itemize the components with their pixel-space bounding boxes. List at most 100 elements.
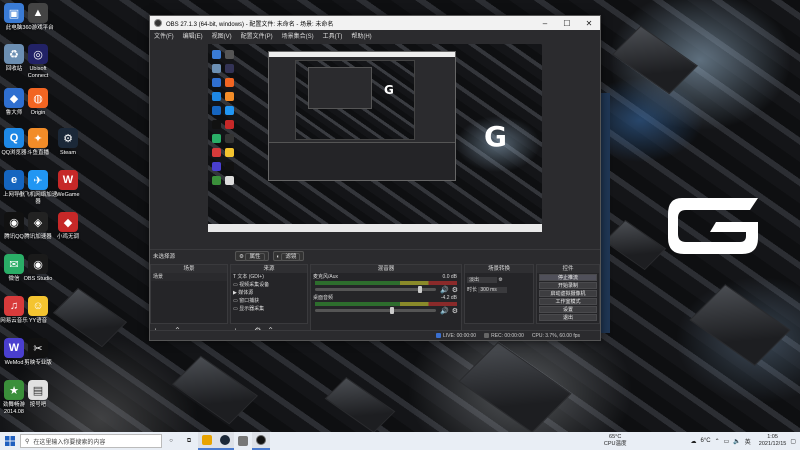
taskbar-app-obs[interactable] [252,432,270,450]
desktop-shortcut-label: 小鸡无调 [56,234,79,240]
volume-slider[interactable] [315,286,436,293]
desktop-shortcut[interactable]: ☺ YY语音 [18,296,58,325]
weather-temp[interactable]: 6°C [701,438,711,444]
desktop-shortcut-label: YY语音 [28,318,48,324]
rec-status: REC: 00:00:00 [484,333,524,339]
network-icon[interactable]: ▭ [724,438,730,445]
desktop-shortcut[interactable]: ◉ OBS Studio [18,254,58,283]
mixer-header: 混音器 [311,265,461,273]
desktop-shortcut[interactable]: ⚙ Steam [48,128,88,157]
studio-mode-button[interactable]: 工作室模式 [539,298,597,305]
scene-item[interactable]: 场景 [151,273,227,281]
desktop-shortcut[interactable]: ◎ Ubisoft Connect [18,44,58,79]
app-icon: ☺ [28,296,48,316]
preview-g-logo: G [484,120,507,153]
scenes-dock: 场景 场景 [150,264,228,324]
volume-slider[interactable] [315,307,436,314]
taskbar-clock[interactable]: 1:05 2021/12/15 [759,434,787,448]
source-item[interactable]: ▭ 窗口捕获 [231,297,307,305]
start-recording-button[interactable]: 开始录制 [539,282,597,289]
speaker-icon[interactable]: 🔊 [440,286,449,294]
maximize-icon[interactable]: ☐ [556,19,578,28]
g-logo-watermark [668,198,758,254]
close-icon[interactable]: ✕ [578,19,600,28]
audio-meter [315,281,457,285]
filters-button[interactable]: ◐ 滤镜 [272,251,305,261]
notification-icon[interactable]: ▢ [790,438,796,445]
sources-header: 来源 [231,265,307,273]
cpu-temperature[interactable]: 65°C CPU温度 [604,434,627,448]
minimize-icon[interactable]: – [534,19,556,28]
ime-icon[interactable]: 英 [745,437,751,446]
obs-titlebar[interactable]: OBS 27.1.3 (64-bit, windows) - 配置文件: 未命名… [150,16,600,30]
mixer-channel-name: 麦克风/Aux 0.0 dB [313,274,457,280]
source-item[interactable]: ▶ 媒体源 [231,289,307,297]
app-icon: ▤ [28,380,48,400]
desktop-shortcut[interactable]: ◆ 小鸡无调 [48,212,88,241]
desktop-shortcut-label: Ubisoft Connect [27,66,49,79]
transition-select[interactable]: 淡出 ⚙ [465,276,533,284]
menu-scene-collection[interactable]: 场景集合(S) [282,31,314,40]
nested-obs-preview: G [268,51,456,181]
taskbar-app-game[interactable] [198,432,216,450]
mixer-channel-name: 桌面音频 -4.2 dB [313,295,457,301]
preview-taskbar [208,224,542,232]
transition-duration[interactable]: 时长 300 ms [465,286,533,294]
app-icon: ◍ [28,88,48,108]
desktop-shortcut-label: 剪映专业版 [24,360,52,366]
properties-button[interactable]: ⚙ 属性 [235,251,269,261]
taskbar-app-tool[interactable] [234,432,252,450]
weather-icon[interactable]: ☁ [691,438,697,445]
source-item[interactable]: T 文本 (GDI+) [231,273,307,281]
controls-header: 控件 [537,265,599,273]
stop-streaming-button[interactable]: 停止推流 [539,274,597,281]
app-icon: W [58,170,78,190]
status-bar: LIVE: 00:00:00 REC: 00:00:00 CPU: 3.7%, … [150,330,600,340]
obs-window-title: OBS 27.1.3 (64-bit, windows) - 配置文件: 未命名… [166,21,334,28]
desktop-shortcut[interactable]: ✂ 剪映专业版 [18,338,58,367]
obs-menubar: 文件(F) 编辑(E) 视图(V) 配置文件(P) 场景集合(S) 工具(T) … [150,30,600,41]
preview-canvas[interactable]: G G [208,44,542,232]
menu-file[interactable]: 文件(F) [154,31,174,40]
virtual-camera-button[interactable]: 启动虚拟摄像机 [539,290,597,297]
preview-area: G G [150,41,600,249]
speaker-icon[interactable]: 🔊 [440,307,449,315]
mixer-dock: 混音器 麦克风/Aux 0.0 dB 🔊 ⚙ 桌面音频 -4.2 dB 🔊 ⚙ [310,264,462,338]
menu-view[interactable]: 视图(V) [212,31,232,40]
app-icon: ◆ [58,212,78,232]
search-icon: ⚲ [25,438,30,445]
menu-edit[interactable]: 编辑(E) [183,31,203,40]
source-item[interactable]: ▭ 显示器采集 [231,305,307,313]
desktop-shortcut-label: 360游戏平台 [22,25,54,31]
controls-dock: 控件 停止推流 开始录制 启动虚拟摄像机 工作室模式 设置 退出 [536,264,600,324]
settings-button[interactable]: 设置 [539,306,597,313]
volume-icon[interactable]: 🔈 [733,438,740,445]
tray-chevron-icon[interactable]: ⌃ [715,438,720,445]
desktop-shortcut[interactable]: ▤ 按号吧 [18,380,58,409]
menu-profile[interactable]: 配置文件(P) [241,31,273,40]
menu-tools[interactable]: 工具(T) [323,31,343,40]
menu-help[interactable]: 帮助(H) [351,31,371,40]
desktop-shortcut[interactable]: W WeGame [48,170,88,199]
app-icon: ✈ [28,170,48,190]
windows-start-button[interactable] [0,432,20,450]
task-view-icon[interactable]: ⧉ [180,432,198,450]
scenes-header: 场景 [151,265,227,273]
source-item[interactable]: ▭ 视频采集设备 [231,281,307,289]
transitions-dock: 场景转换 淡出 ⚙ 时长 300 ms [464,264,534,324]
gear-icon[interactable]: ⚙ [452,286,458,294]
cortana-icon[interactable]: ○ [162,432,180,450]
taskbar-search-box[interactable]: ⚲ 在这里输入你要搜索的内容 [20,434,162,448]
transitions-header: 场景转换 [465,265,533,273]
gear-icon[interactable]: ⚙ [452,307,458,315]
app-icon: ✂ [28,338,48,358]
exit-button[interactable]: 退出 [539,314,597,321]
desktop-shortcut[interactable]: ◍ Origin [18,88,58,117]
preview-desktop-icons [210,48,238,188]
desktop-shortcut[interactable]: ▲ 360游戏平台 [18,3,58,32]
obs-window[interactable]: OBS 27.1.3 (64-bit, windows) - 配置文件: 未命名… [149,15,601,341]
desktop-shortcut-label: Origin [30,110,46,116]
live-status: LIVE: 00:00:00 [436,333,476,339]
app-icon: ◎ [28,44,48,64]
taskbar-app-steam[interactable] [216,432,234,450]
